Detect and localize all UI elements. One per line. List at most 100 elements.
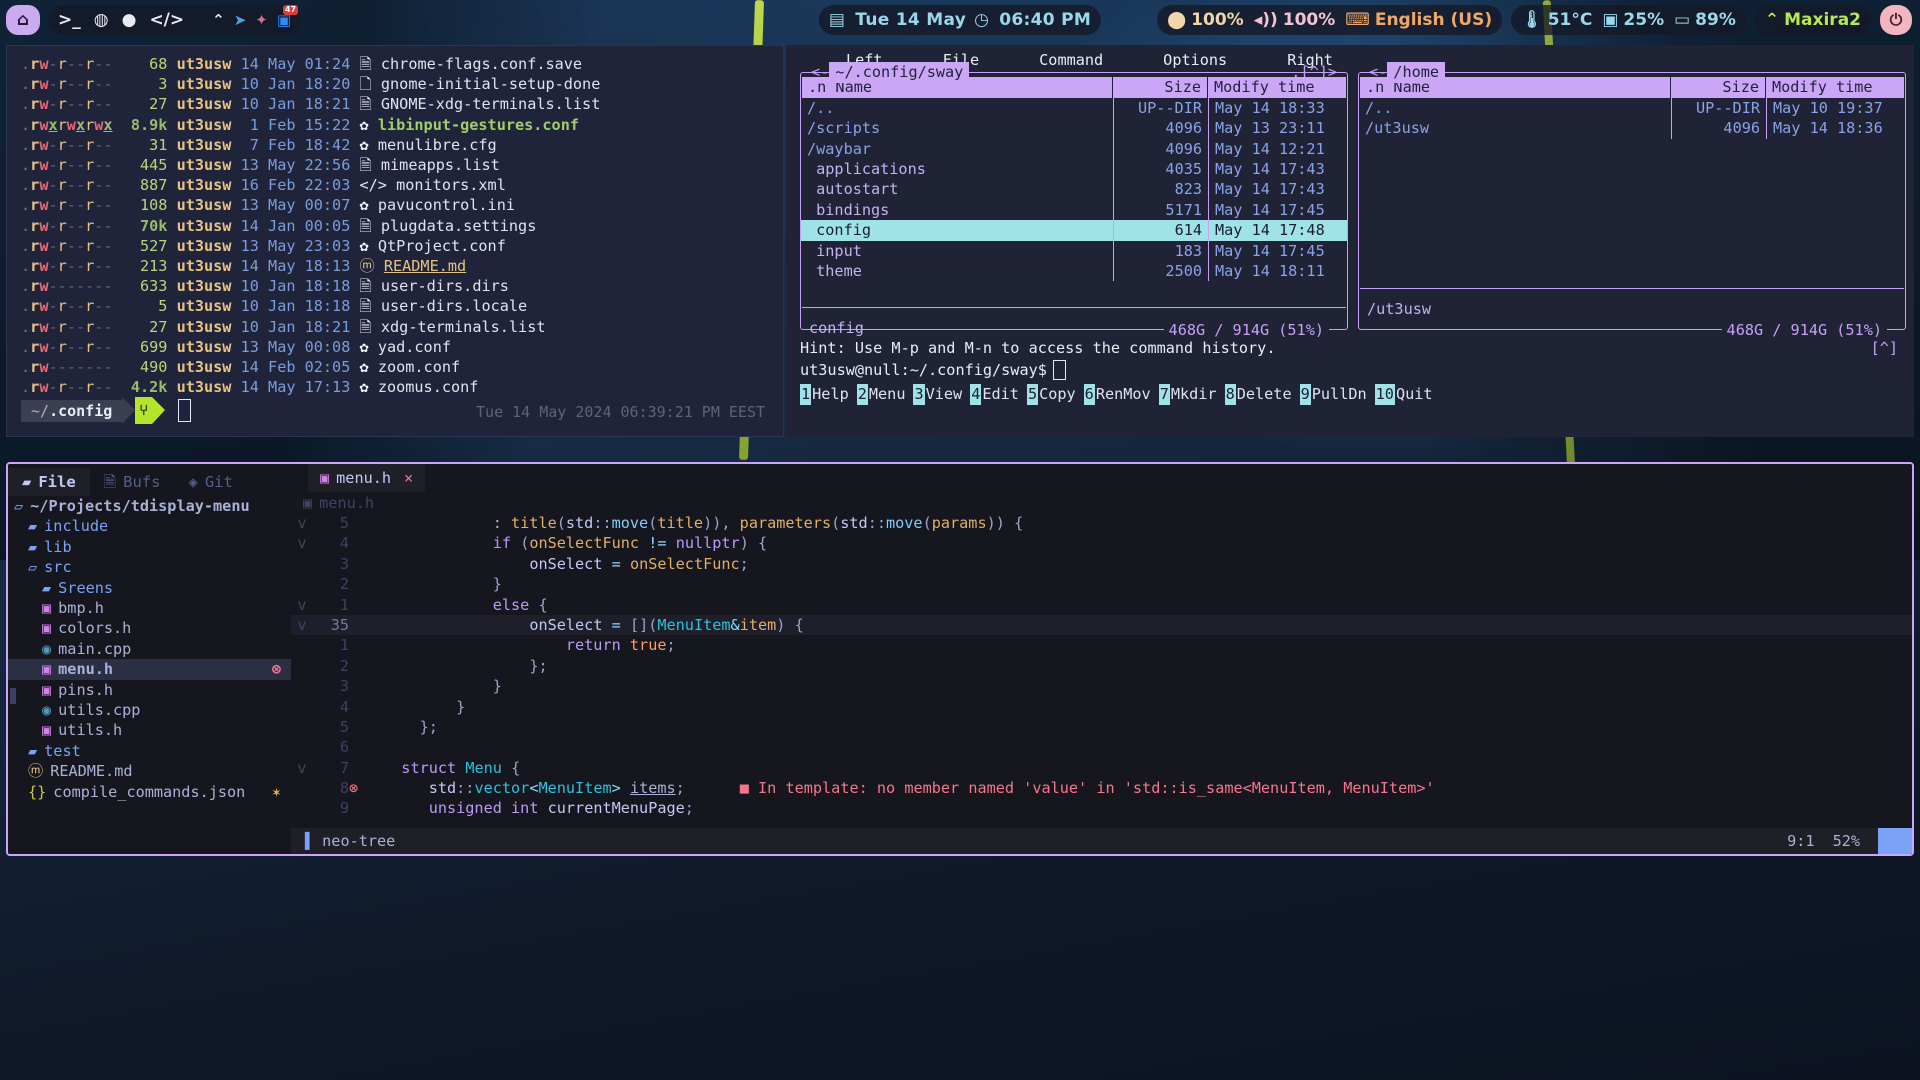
terminal-cursor [178, 399, 192, 422]
mc-file-row[interactable]: /.. UP--DIR May 14 18:33 [801, 97, 1347, 119]
temperature-stat[interactable]: 🌡 51°C [1521, 10, 1592, 30]
wifi-icon[interactable]: ⌃ [212, 11, 225, 29]
telegram-icon[interactable]: ➤ [234, 11, 247, 29]
file-row: .rw-r--r-- 108 ut3usw 13 May 00:07 ✿ pav… [21, 196, 515, 215]
buffer-tab-menu-h[interactable]: ▣ menu.h × [308, 464, 426, 492]
terminal-icon[interactable]: >_ [58, 10, 81, 30]
keyboard-layout-stat[interactable]: ⌨ English (US) [1345, 10, 1492, 30]
gear-icon: ✿ [359, 236, 369, 255]
neotree-item-utils-cpp[interactable]: ◉ utils.cpp [8, 700, 291, 720]
neotree-item-utils-h[interactable]: ▣ utils.h [8, 720, 291, 740]
fold-marker[interactable] [291, 737, 313, 757]
neotree-item-menu-h[interactable]: ▣ menu.h ⊗ [8, 659, 291, 680]
mc-file-row[interactable]: theme 2500 May 14 18:11 [801, 261, 1347, 282]
home-icon[interactable]: ⌂ [6, 5, 40, 35]
mc-file-row[interactable]: config 614 May 14 17:48 [801, 220, 1347, 241]
mc-file-time: May 14 17:45 [1208, 199, 1347, 221]
neotree-item-sreens[interactable]: ▰ Sreens [8, 578, 291, 598]
neovim-window[interactable]: ▰ File 🗎 Bufs ◈ Git ▱ ~/Projects/tdisplay-menu… [6, 462, 1914, 856]
mc-file-row[interactable]: /waybar 4096 May 14 12:21 [801, 138, 1347, 160]
mc-fkey-delete[interactable]: 8 Delete [1224, 384, 1300, 405]
mc-fkey-menu[interactable]: 2 Menu [856, 384, 914, 405]
code-icon[interactable]: </> [149, 10, 184, 30]
neotree-sidebar[interactable]: ▰ File 🗎 Bufs ◈ Git ▱ ~/Projects/tdisplay-menu… [8, 464, 291, 854]
fold-marker[interactable]: v [291, 595, 313, 615]
network-group[interactable]: ⌃ Maxira2 [1754, 5, 1871, 35]
mc-left-path[interactable]: ~/.config/sway [829, 62, 970, 83]
browser-icon[interactable]: ◍ [94, 10, 109, 30]
mc-fkey-copy[interactable]: 5 Copy [1026, 384, 1084, 405]
fold-marker[interactable]: v [291, 615, 313, 635]
mc-fkey-renmov[interactable]: 6 RenMov [1083, 384, 1159, 405]
mc-fkey-view[interactable]: 3 View [913, 384, 970, 405]
mc-file-row[interactable]: /ut3usw 4096 May 14 18:36 [1359, 118, 1905, 139]
bluetooth-icon[interactable]: ✦ [255, 11, 268, 29]
cpu-stat[interactable]: ▣ 25% [1602, 10, 1664, 30]
mc-col-time[interactable]: Modify time [1765, 77, 1904, 98]
neotree-tab-file[interactable]: ▰ File [8, 468, 90, 496]
neotree-item-compile-commands-json[interactable]: {} compile_commands.json ✶ [8, 782, 291, 802]
midnight-commander-window[interactable]: Left File Command Options Right <- ~/.co… [786, 45, 1914, 437]
clock-widget[interactable]: ▤ Tue 14 May ◷ 06:40 PM [818, 5, 1102, 35]
fold-marker[interactable] [291, 697, 313, 717]
neotree-item-include[interactable]: ▰ include [8, 516, 291, 536]
fold-marker[interactable] [291, 778, 313, 798]
mc-menu-options[interactable]: Options [1133, 50, 1257, 70]
neotree-item-bmp-h[interactable]: ▣ bmp.h [8, 598, 291, 618]
mc-file-row[interactable]: bindings 5171 May 14 17:45 [801, 199, 1347, 221]
neotree-tab-bufs[interactable]: 🗎 Bufs [90, 468, 175, 496]
fold-marker[interactable] [291, 635, 313, 655]
fold-marker[interactable] [291, 554, 313, 574]
prompt-separator [122, 397, 136, 424]
mc-right-path[interactable]: /home [1387, 62, 1446, 83]
neotree-item-main-cpp[interactable]: ◉ main.cpp [8, 639, 291, 659]
neotree-scrollbar[interactable] [10, 688, 16, 704]
mc-fkey-pulldn[interactable]: 9 PullDn [1299, 384, 1375, 405]
mc-col-size[interactable]: Size [1670, 77, 1765, 98]
mc-col-size[interactable]: Size [1112, 77, 1207, 98]
neotree-item-src[interactable]: ▱ src [8, 557, 291, 577]
fold-marker[interactable]: v [291, 513, 313, 533]
power-icon[interactable]: ⏻ [1880, 5, 1912, 35]
mc-fkey-help[interactable]: 1 Help [800, 384, 857, 405]
fold-marker[interactable] [291, 717, 313, 737]
neotree-tab-git[interactable]: ◈ Git [174, 468, 246, 496]
fold-marker[interactable] [291, 798, 313, 818]
mc-file-row[interactable]: autostart 823 May 14 17:43 [801, 179, 1347, 200]
fold-marker[interactable] [291, 656, 313, 676]
volume-stat[interactable]: ◂)) 100% [1254, 10, 1336, 30]
zoom-icon[interactable]: ▣ 47 [277, 5, 299, 29]
mc-fkey-mkdir[interactable]: 7 Mkdir [1158, 384, 1225, 405]
editor-area[interactable]: ▣ menu.h × ▣ menu.h v5 : title(std::move… [291, 464, 1912, 854]
mc-left-panel[interactable]: <- ~/.config/sway .[^]> .n Name Size Mod… [800, 62, 1348, 341]
neotree-item-test[interactable]: ▰ test [8, 741, 291, 761]
brightness-stat[interactable]: ⬤ 100% [1167, 10, 1244, 30]
neotree-item-colors-h[interactable]: ▣ colors.h [8, 618, 291, 638]
mc-file-row[interactable]: /.. UP--DIR May 10 19:37 [1359, 97, 1905, 119]
mc-file-row[interactable]: /scripts 4096 May 13 23:11 [801, 118, 1347, 139]
mc-fkey-edit[interactable]: 4 Edit [970, 384, 1027, 405]
temperature-value: 51°C [1547, 10, 1593, 30]
mc-right-panel[interactable]: <- /home .n Name Size Modify time /.. UP-… [1358, 62, 1906, 341]
chat-icon[interactable]: ● [122, 10, 137, 30]
fold-marker[interactable] [291, 574, 313, 594]
fold-marker[interactable]: v [291, 533, 313, 553]
neotree-item-lib[interactable]: ▰ lib [8, 537, 291, 557]
folder-icon: ▰ [42, 578, 52, 597]
shell-prompt[interactable]: ~/.config ⑂ [21, 397, 192, 424]
terminal-window-file-listing[interactable]: .rw-r--r-- 68 ut3usw 14 May 01:24 🗎 chro… [6, 45, 784, 437]
mc-file-name: /waybar [807, 139, 872, 158]
mc-menu-command[interactable]: Command [1009, 50, 1133, 70]
fold-marker[interactable] [291, 676, 313, 696]
neotree-item-readme-md[interactable]: ⓜ README.md [8, 761, 291, 781]
code-editor[interactable]: v5 : title(std::move(title)), parameters… [291, 513, 1912, 828]
mc-fkey-quit[interactable]: 10 Quit [1374, 384, 1441, 405]
mc-file-row[interactable]: input 183 May 14 17:45 [801, 240, 1347, 262]
battery-stat[interactable]: ▭ 89% [1674, 10, 1736, 30]
close-icon[interactable]: × [404, 469, 413, 487]
neotree-item-pins-h[interactable]: ▣ pins.h [8, 680, 291, 700]
fold-marker[interactable]: v [291, 758, 313, 778]
mc-file-row[interactable]: applications 4035 May 14 17:43 [801, 159, 1347, 180]
neotree-item--projects-tdisplay-menu[interactable]: ▱ ~/Projects/tdisplay-menu [8, 496, 291, 516]
mc-command-line[interactable]: ut3usw@null:~/.config/sway$ [786, 359, 1914, 381]
